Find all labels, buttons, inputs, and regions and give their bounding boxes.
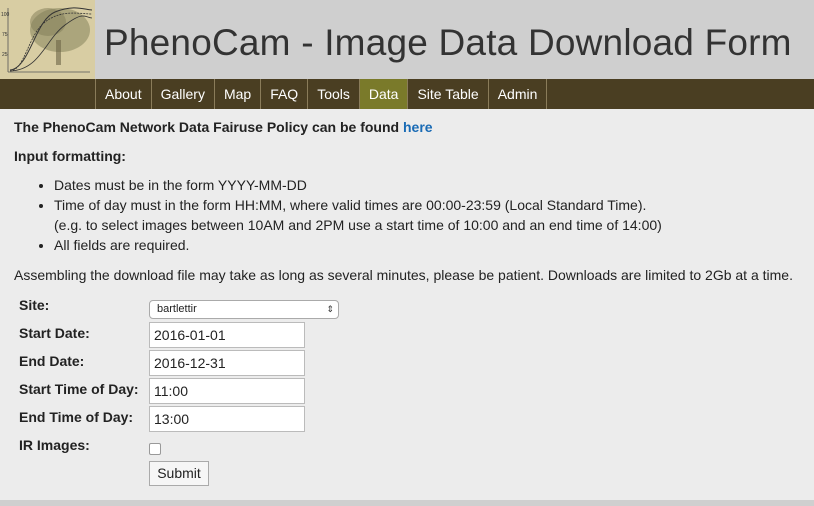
chevron-updown-icon: ⇕	[326, 304, 334, 314]
input-formatting-heading: Input formatting:	[14, 148, 126, 164]
main-content: The PhenoCam Network Data Fairuse Policy…	[14, 117, 804, 285]
start-date-field[interactable]: 2016-01-01	[149, 322, 305, 348]
site-select[interactable]: bartlettir ⇕	[149, 300, 339, 319]
end-date-label: End Date:	[19, 353, 85, 369]
end-time-field[interactable]: 13:00	[149, 406, 305, 432]
site-label: Site:	[19, 297, 50, 313]
submit-button[interactable]: Submit	[149, 461, 209, 486]
svg-text:75: 75	[2, 32, 8, 38]
end-date-field[interactable]: 2016-12-31	[149, 350, 305, 376]
start-time-field[interactable]: 11:00	[149, 378, 305, 404]
policy-text: The PhenoCam Network Data Fairuse Policy…	[14, 119, 403, 135]
nav-list: About Gallery Map FAQ Tools Data Site Ta…	[95, 79, 548, 109]
list-item-date: Dates must be in the form YYYY-MM-DD	[54, 175, 804, 195]
phenocam-logo-chart-icon: 100 75 25	[0, 0, 95, 79]
list-item-required: All fields are required.	[54, 235, 804, 255]
site-header: 100 75 25 PhenoCam - Image Data Download…	[0, 0, 814, 79]
nav-faq[interactable]: FAQ	[260, 79, 307, 109]
assemble-note: Assembling the download file may take as…	[14, 267, 793, 283]
time-rule-text: Time of day must in the form HH:MM, wher…	[54, 197, 647, 213]
end-time-label: End Time of Day:	[19, 409, 134, 425]
list-item-time: Time of day must in the form HH:MM, wher…	[54, 195, 804, 235]
ir-images-label: IR Images:	[19, 437, 90, 453]
nav-site-table[interactable]: Site Table	[407, 79, 487, 109]
policy-line: The PhenoCam Network Data Fairuse Policy…	[14, 117, 804, 137]
nav-map[interactable]: Map	[213, 79, 260, 109]
site-select-value: bartlettir	[157, 303, 197, 315]
start-time-label: Start Time of Day:	[19, 381, 139, 397]
main-nav: About Gallery Map FAQ Tools Data Site Ta…	[0, 79, 814, 109]
nav-about[interactable]: About	[95, 79, 151, 109]
svg-text:25: 25	[2, 52, 8, 58]
nav-tools[interactable]: Tools	[307, 79, 359, 109]
ir-images-checkbox[interactable]	[149, 443, 161, 455]
start-date-label: Start Date:	[19, 325, 90, 341]
svg-text:100: 100	[1, 12, 10, 18]
page-title: PhenoCam - Image Data Download Form	[104, 22, 792, 63]
phenocam-logo[interactable]: 100 75 25	[0, 0, 95, 79]
nav-admin[interactable]: Admin	[487, 79, 548, 109]
time-example-text: (e.g. to select images between 10AM and …	[54, 217, 662, 233]
nav-gallery[interactable]: Gallery	[150, 79, 214, 109]
footer-strip	[0, 500, 814, 506]
nav-data[interactable]: Data	[358, 79, 408, 109]
formatting-list: Dates must be in the form YYYY-MM-DD Tim…	[14, 175, 804, 255]
policy-link[interactable]: here	[403, 119, 433, 135]
